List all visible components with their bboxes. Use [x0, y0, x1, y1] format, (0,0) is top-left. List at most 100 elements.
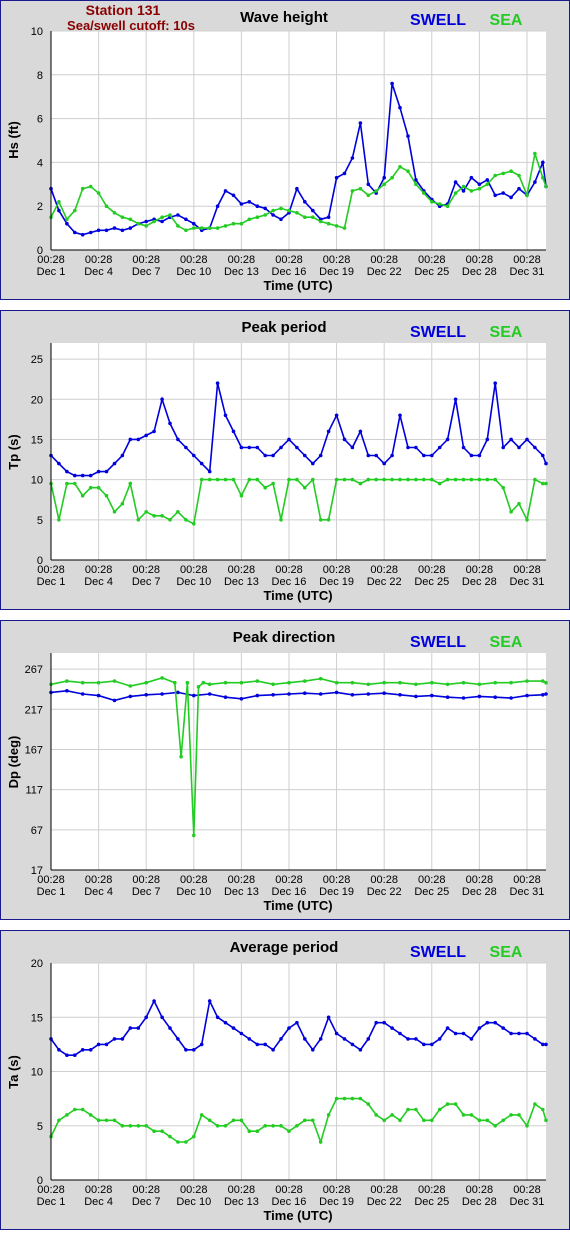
swell-data-point: [144, 219, 148, 224]
sea-data-point: [390, 1113, 394, 1117]
sea-data-point: [318, 219, 323, 224]
sea-data-point: [247, 1129, 252, 1133]
y-tick-label: 10: [31, 26, 43, 38]
y-tick-label: 67: [31, 825, 43, 837]
swell-data-point: [544, 692, 548, 696]
sea-data-point: [525, 679, 529, 683]
swell-data-point: [88, 473, 93, 478]
swell-data-point: [73, 230, 77, 235]
sea-data-point: [199, 226, 204, 230]
swell-data-point: [271, 453, 275, 458]
x-tick-time-label: 00:28: [228, 874, 256, 886]
legend-sea: SEA: [490, 324, 523, 341]
sea-data-point: [112, 211, 117, 215]
y-tick-label: 5: [37, 515, 43, 527]
swell-data-point: [541, 693, 545, 697]
y-axis-label: Tp (s): [6, 434, 21, 469]
sea-data-point: [160, 215, 164, 219]
peak-direction-panel: Peak direction SWELL SEA Time (UTC) Dp (…: [0, 620, 570, 920]
swell-data-point: [279, 445, 283, 450]
x-tick-date-label: Dec 22: [367, 576, 402, 588]
x-tick-time-label: 00:28: [323, 564, 351, 576]
sea-data-point: [279, 206, 283, 211]
sea-data-point: [422, 191, 426, 195]
swell-data-point: [390, 453, 394, 458]
sea-data-point: [239, 680, 244, 685]
swell-data-point: [398, 1031, 402, 1036]
sea-data-point: [88, 184, 93, 189]
swell-data-point: [271, 693, 275, 697]
swell-data-point: [80, 232, 85, 237]
x-tick-date-label: Dec 13: [224, 886, 259, 898]
chart-title: Wave height: [240, 9, 328, 26]
swell-data-point: [390, 81, 394, 86]
x-tick-time-label: 00:28: [37, 1184, 65, 1196]
swell-data-point: [477, 694, 482, 699]
swell-data-point: [422, 1042, 426, 1047]
swell-data-point: [184, 445, 188, 450]
sea-data-point: [80, 493, 85, 498]
x-tick-time-label: 00:28: [466, 1184, 494, 1196]
sea-data-point: [311, 1118, 315, 1123]
sea-data-point: [382, 1118, 387, 1123]
swell-data-point: [334, 690, 339, 695]
sea-data-point: [414, 477, 418, 482]
sea-data-point: [168, 518, 172, 522]
swell-data-point: [160, 692, 164, 696]
sea-data-point: [541, 679, 545, 683]
swell-data-point: [382, 461, 387, 466]
sea-data-point: [192, 833, 196, 838]
x-tick-date-label: Dec 4: [84, 266, 113, 278]
legend-swell: SWELL: [410, 944, 466, 961]
sea-data-point: [255, 1129, 260, 1133]
swell-data-point: [96, 228, 101, 233]
sea-data-point: [326, 1113, 331, 1117]
sea-data-point: [430, 200, 434, 204]
sea-data-point: [168, 213, 172, 217]
sea-data-point: [334, 680, 339, 685]
x-tick-time-label: 00:28: [418, 874, 446, 886]
sea-data-point: [120, 215, 125, 219]
sea-data-point: [501, 485, 506, 490]
y-tick-label: 20: [31, 394, 43, 406]
x-tick-date-label: Dec 1: [37, 1196, 66, 1208]
sea-data-point: [445, 477, 450, 482]
x-tick-date-label: Dec 16: [272, 1196, 307, 1208]
swell-data-point: [517, 445, 521, 450]
x-tick-time-label: 00:28: [323, 254, 351, 266]
x-axis-label: Time (UTC): [263, 588, 332, 603]
swell-data-point: [144, 1015, 148, 1020]
y-tick-label: 5: [37, 1121, 43, 1133]
sea-data-point: [525, 193, 529, 198]
legend-sea: SEA: [490, 944, 523, 961]
sea-data-point: [160, 1129, 164, 1133]
sea-data-point: [453, 191, 458, 195]
sea-data-point: [366, 1102, 371, 1106]
swell-data-point: [65, 689, 69, 693]
sea-data-point: [112, 1118, 117, 1123]
sea-data-point: [544, 184, 548, 189]
sea-data-point: [144, 680, 148, 685]
swell-data-point: [120, 228, 125, 233]
swell-data-point: [192, 453, 196, 458]
swell-data-point: [271, 1048, 275, 1052]
swell-data-point: [525, 1031, 529, 1036]
y-tick-label: 117: [25, 785, 43, 797]
sea-data-point: [271, 208, 275, 213]
swell-data-point: [176, 213, 180, 217]
swell-data-point: [485, 178, 490, 182]
x-tick-time-label: 00:28: [132, 564, 160, 576]
swell-data-point: [509, 437, 513, 442]
swell-data-point: [544, 461, 548, 466]
swell-data-point: [445, 1026, 450, 1030]
sea-data-point: [493, 680, 498, 685]
swell-data-point: [112, 698, 117, 703]
sea-data-point: [57, 200, 61, 204]
swell-data-point: [199, 1042, 204, 1047]
x-tick-date-label: Dec 19: [319, 266, 354, 278]
sea-data-point: [437, 1107, 442, 1112]
swell-data-point: [358, 429, 363, 434]
sea-data-point: [358, 186, 363, 191]
swell-data-point: [80, 692, 85, 696]
sea-data-point: [414, 1107, 418, 1112]
